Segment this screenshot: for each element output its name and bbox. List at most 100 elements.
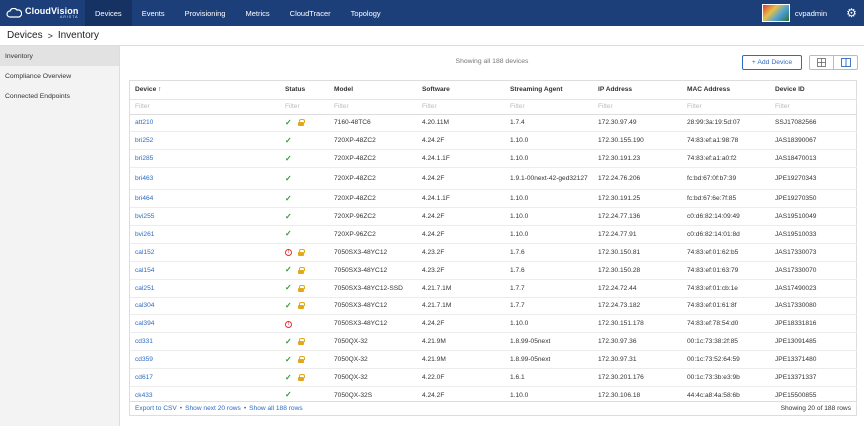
avatar[interactable] <box>761 4 790 22</box>
status-cell: ✓ <box>280 332 329 352</box>
device-link[interactable]: cal394 <box>130 314 280 334</box>
device-link[interactable]: cd617 <box>130 368 280 387</box>
model-cell: 720XP-96ZC2 <box>329 207 417 226</box>
export-csv-link[interactable]: Export to CSV <box>135 405 177 412</box>
split-view-button[interactable] <box>833 55 858 70</box>
device-id-cell: JAS19510033 <box>770 225 857 244</box>
column-header-model[interactable]: Model <box>329 81 417 100</box>
sidebar-item-inventory[interactable]: Inventory <box>0 46 119 66</box>
device-link[interactable]: bri285 <box>130 149 280 169</box>
cloudvision-logo[interactable]: CloudVision ARISTA <box>0 6 85 20</box>
table-row[interactable]: cal154 ✓ 7050SX3-48YC12 4.23.2F 1.7.6 172.30.… <box>130 261 857 280</box>
status-cell: ✓ <box>280 297 329 316</box>
device-link[interactable]: att210 <box>130 114 280 133</box>
device-link[interactable]: bri463 <box>130 167 280 191</box>
model-cell: 7050SX3-48YC12 <box>329 243 417 262</box>
column-header-software[interactable]: Software <box>417 81 505 100</box>
streaming-agent-cell: 1.10.0 <box>505 131 593 151</box>
tab-devices[interactable]: Devices <box>85 0 132 26</box>
device-id-cell: JAS19510049 <box>770 207 857 226</box>
device-link[interactable]: bvi261 <box>130 225 280 244</box>
column-header-device-id[interactable]: Device ID <box>770 81 857 100</box>
software-cell: 4.21.9M <box>417 350 505 370</box>
mac-address-cell: 28:99:3a:19:5d:07 <box>682 114 770 133</box>
device-link[interactable]: cal304 <box>130 297 280 316</box>
filter-mac-address[interactable]: Filter <box>682 99 770 115</box>
add-device-button[interactable]: + Add Device <box>742 55 802 70</box>
software-cell: 4.21.9M <box>417 332 505 352</box>
show-all-rows-link[interactable]: Show all 188 rows <box>249 405 303 412</box>
filter-software[interactable]: Filter <box>417 99 505 115</box>
table-row[interactable]: cal394! 7050SX3-48YC12 4.24.2F 1.10.0 172.30… <box>130 314 857 334</box>
filter-status[interactable]: Filter <box>280 99 329 115</box>
tab-metrics[interactable]: Metrics <box>235 0 279 26</box>
column-header-ip-address[interactable]: IP Address <box>593 81 682 100</box>
ip-address-cell: 172.24.73.182 <box>593 297 682 316</box>
grid-view-button[interactable] <box>809 55 834 70</box>
model-cell: 7050QX-32 <box>329 368 417 387</box>
top-nav: CloudVision ARISTA Devices Events Provis… <box>0 0 864 26</box>
model-cell: 7160-48TC6 <box>329 114 417 133</box>
software-cell: 4.24.2F <box>417 131 505 151</box>
show-next-rows-link[interactable]: Show next 20 rows <box>185 405 241 412</box>
table-row[interactable]: cal304 ✓ 7050SX3-48YC12 4.21.7.1M 1.7.7 172.2… <box>130 297 857 316</box>
mac-address-cell: 74:83:ef:01:63:79 <box>682 261 770 280</box>
device-link[interactable]: cd359 <box>130 350 280 370</box>
tab-cloudtracer[interactable]: CloudTracer <box>280 0 341 26</box>
model-cell: 7050SX3-48YC12 <box>329 261 417 280</box>
filter-row: Filter Filter Filter Filter Filter Filte… <box>130 99 857 115</box>
sidebar-item-compliance-overview[interactable]: Compliance Overview <box>0 66 119 86</box>
tab-provisioning[interactable]: Provisioning <box>175 0 236 26</box>
table-row[interactable]: cd359 ✓ 7050QX-32 4.21.9M 1.8.99-05next 172.3… <box>130 350 857 370</box>
filter-ip-address[interactable]: Filter <box>593 99 682 115</box>
table-row[interactable]: bri463 ✓ 720XP-48ZC2 4.24.2F 1.9.1-00next-42… <box>130 167 857 191</box>
software-cell: 4.21.7.1M <box>417 297 505 316</box>
table-row[interactable]: bvi255 ✓ 720XP-96ZC2 4.24.2F 1.10.0 172.24.77… <box>130 207 857 226</box>
inventory-table: Device ↑ Status Model Software Streaming… <box>129 80 857 416</box>
breadcrumb-devices[interactable]: Devices <box>7 30 43 41</box>
table-row[interactable]: bri285 ✓ 720XP-48ZC2 4.24.1.1F 1.10.0 172.30.… <box>130 149 857 169</box>
software-cell: 4.24.1.1F <box>417 149 505 169</box>
filter-device-id[interactable]: Filter <box>770 99 857 115</box>
device-link[interactable]: cal152 <box>130 243 280 262</box>
model-cell: 7050QX-32 <box>329 350 417 370</box>
mac-address-cell: 74:83:ef:01:61:8f <box>682 297 770 316</box>
table-row[interactable]: cd617 ✓ 7050QX-32 4.22.0F 1.6.1 172.30.201.17… <box>130 368 857 387</box>
column-header-device[interactable]: Device ↑ <box>130 81 280 100</box>
table-row[interactable]: bvi261 ✓ 720XP-96ZC2 4.24.2F 1.10.0 172.24.77… <box>130 225 857 244</box>
ip-address-cell: 172.30.191.25 <box>593 189 682 209</box>
lock-icon <box>297 284 305 292</box>
software-cell: 4.24.2F <box>417 167 505 191</box>
streaming-agent-cell: 1.8.99-05next <box>505 332 593 352</box>
tab-events[interactable]: Events <box>132 0 175 26</box>
column-header-streaming-agent[interactable]: Streaming Agent <box>505 81 593 100</box>
software-cell: 4.23.2F <box>417 243 505 262</box>
sidebar-item-connected-endpoints[interactable]: Connected Endpoints <box>0 86 119 106</box>
filter-device[interactable]: Filter <box>130 99 280 115</box>
checkmark-icon: ✓ <box>285 354 292 364</box>
device-link[interactable]: cal251 <box>130 279 280 298</box>
column-header-status[interactable]: Status <box>280 81 329 100</box>
tab-topology[interactable]: Topology <box>341 0 391 26</box>
gear-icon[interactable]: ⚙ <box>845 6 858 20</box>
table-row[interactable]: bri252 ✓ 720XP-48ZC2 4.24.2F 1.10.0 172.30.15… <box>130 131 857 151</box>
filter-model[interactable]: Filter <box>329 99 417 115</box>
breadcrumb-inventory: Inventory <box>57 30 99 41</box>
checkmark-icon: ✓ <box>285 265 292 275</box>
device-id-cell: JPE13371337 <box>770 368 857 387</box>
streaming-agent-cell: 1.10.0 <box>505 225 593 244</box>
table-row[interactable]: bri464 ✓ 720XP-48ZC2 4.24.1.1F 1.10.0 172.30.… <box>130 189 857 209</box>
device-link[interactable]: bri464 <box>130 189 280 209</box>
table-row[interactable]: cd331 ✓ 7050QX-32 4.21.9M 1.8.99-05next 172.3… <box>130 332 857 352</box>
device-link[interactable]: cd331 <box>130 332 280 352</box>
user-menu[interactable]: cvpadmin <box>795 9 827 18</box>
table-row[interactable]: cal251 ✓ 7050SX3-48YC12-SSD 4.21.7.1M 1.7.7 1… <box>130 279 857 298</box>
column-header-mac-address[interactable]: MAC Address <box>682 81 770 100</box>
device-link[interactable]: bvi255 <box>130 207 280 226</box>
table-row[interactable]: att210 ✓ 7160-48TC6 4.20.11M 1.7.4 172.30.97.… <box>130 114 857 133</box>
device-link[interactable]: bri252 <box>130 131 280 151</box>
lock-icon <box>297 119 305 127</box>
table-row[interactable]: cal152! 7050SX3-48YC12 4.23.2F 1.7.6 172.30.… <box>130 243 857 262</box>
device-link[interactable]: cal154 <box>130 261 280 280</box>
filter-streaming-agent[interactable]: Filter <box>505 99 593 115</box>
